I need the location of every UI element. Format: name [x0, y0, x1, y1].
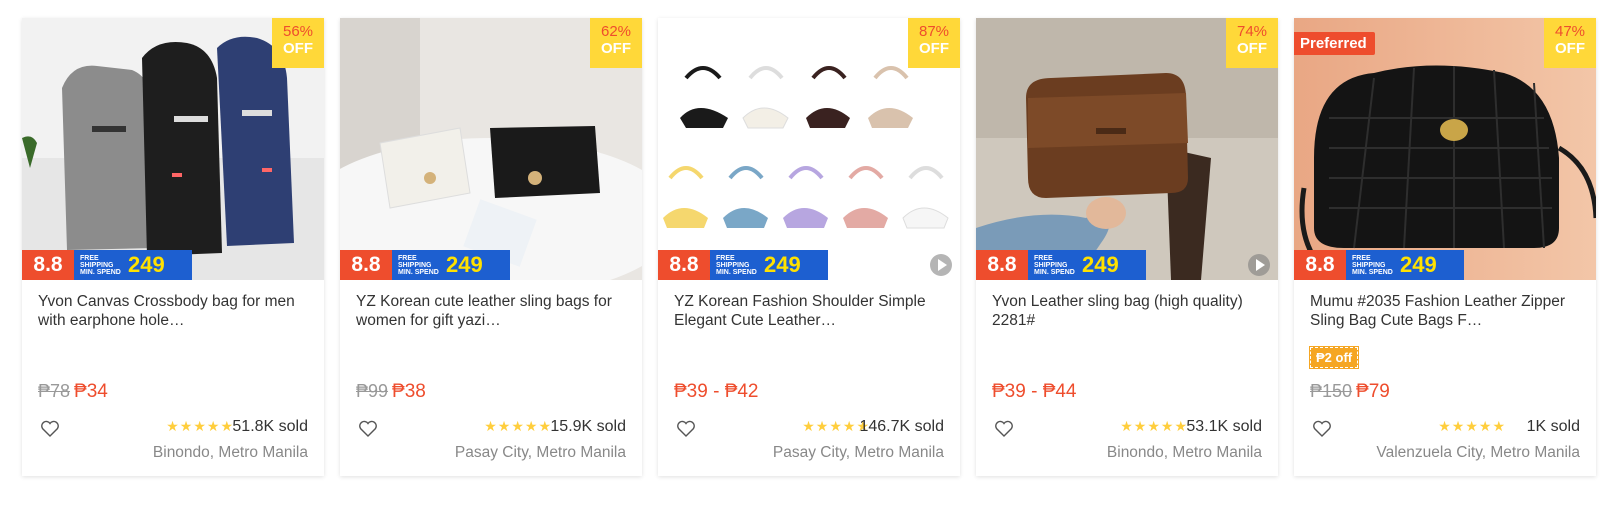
promo-banner: 8.8 FREE SHIPPING MIN. SPEND 249: [658, 250, 828, 280]
shop-location: Binondo, Metro Manila: [152, 444, 308, 461]
heart-icon[interactable]: [40, 420, 60, 438]
promo-banner: 8.8 FREE SHIPPING MIN. SPEND 249: [1294, 250, 1464, 280]
discount-badge: 74% OFF: [1226, 18, 1278, 68]
discount-badge: 87% OFF: [908, 18, 960, 68]
sale-price: ₱39 - ₱44: [992, 381, 1077, 402]
original-price: ₱78: [38, 381, 71, 401]
product-card[interactable]: Preferred 47% OFF 8.8 FREE SHIPPING MIN. S…: [1294, 18, 1596, 476]
original-price: ₱99: [356, 381, 389, 401]
promo-banner: 8.8 FREE SHIPPING MIN. SPEND 249: [976, 250, 1146, 280]
event-badge: 8.8: [658, 250, 710, 280]
free-shipping-badge: FREE SHIPPING MIN. SPEND 249: [1028, 250, 1146, 280]
sale-price: ₱34: [74, 381, 108, 402]
sold-count: 53.1K sold: [1186, 418, 1262, 435]
sold-count: 1K sold: [1526, 418, 1580, 435]
rating-stars: ★★★★★: [1438, 418, 1506, 434]
rating-stars: ★★★★★: [166, 418, 234, 434]
shop-location: Pasay City, Metro Manila: [772, 444, 944, 461]
heart-icon[interactable]: [994, 420, 1014, 438]
sale-price: ₱38: [392, 381, 426, 402]
sale-price: ₱39 - ₱42: [674, 381, 759, 402]
heart-icon[interactable]: [1312, 420, 1332, 438]
product-title[interactable]: YZ Korean cute leather sling bags for wo…: [356, 292, 630, 330]
free-shipping-badge: FREE SHIPPING MIN. SPEND 249: [710, 250, 828, 280]
product-title[interactable]: YZ Korean Fashion Shoulder Simple Elegan…: [674, 292, 948, 330]
rating-stars: ★★★★★: [484, 418, 552, 434]
sold-count: 15.9K sold: [550, 418, 626, 435]
promo-banner: 8.8 FREE SHIPPING MIN. SPEND 249: [22, 250, 192, 280]
promo-banner: 8.8 FREE SHIPPING MIN. SPEND 249: [340, 250, 510, 280]
free-shipping-badge: FREE SHIPPING MIN. SPEND 249: [1346, 250, 1464, 280]
rating-stars: ★★★★★: [1120, 418, 1188, 434]
event-badge: 8.8: [1294, 250, 1346, 280]
shop-location: Valenzuela City, Metro Manila: [1376, 444, 1580, 461]
event-badge: 8.8: [22, 250, 74, 280]
shop-location: Pasay City, Metro Manila: [454, 444, 626, 461]
play-video-icon[interactable]: [1248, 254, 1270, 276]
event-badge: 8.8: [340, 250, 392, 280]
sold-count: 146.7K sold: [859, 418, 944, 435]
discount-badge: 62% OFF: [590, 18, 642, 68]
heart-icon[interactable]: [676, 420, 696, 438]
product-card[interactable]: 87% OFF 8.8 FREE SHIPPING MIN. SPEND 249 Y…: [658, 18, 960, 476]
shop-location: Binondo, Metro Manila: [1106, 444, 1262, 461]
free-shipping-badge: FREE SHIPPING MIN. SPEND 249: [74, 250, 192, 280]
product-title[interactable]: Mumu #2035 Fashion Leather Zipper Sling …: [1310, 292, 1584, 330]
product-card[interactable]: 74% OFF 8.8 FREE SHIPPING MIN. SPEND 249 Y…: [976, 18, 1278, 476]
product-title[interactable]: Yvon Leather sling bag (high quality) 22…: [992, 292, 1266, 330]
sale-price: ₱79: [1356, 381, 1390, 402]
free-shipping-badge: FREE SHIPPING MIN. SPEND 249: [392, 250, 510, 280]
discount-badge: 47% OFF: [1544, 18, 1596, 68]
original-price: ₱150: [1310, 381, 1353, 401]
voucher-badge: ₱2 off: [1308, 346, 1360, 369]
preferred-badge: Preferred: [1294, 32, 1375, 55]
product-grid-row: 56% OFF 8.8 FREE SHIPPING MIN. SPEND 249 Y…: [22, 18, 1596, 476]
product-card[interactable]: 56% OFF 8.8 FREE SHIPPING MIN. SPEND 249 Y…: [22, 18, 324, 476]
product-price: ₱150 ₱79: [1310, 381, 1390, 403]
play-video-icon[interactable]: [930, 254, 952, 276]
sold-count: 51.8K sold: [232, 418, 308, 435]
event-badge: 8.8: [976, 250, 1028, 280]
product-price: ₱78 ₱34: [38, 381, 108, 403]
product-price: ₱99 ₱38: [356, 381, 426, 403]
product-card[interactable]: 62% OFF 8.8 FREE SHIPPING MIN. SPEND 249 Y…: [340, 18, 642, 476]
discount-badge: 56% OFF: [272, 18, 324, 68]
product-title[interactable]: Yvon Canvas Crossbody bag for men with e…: [38, 292, 312, 330]
product-price: ₱39 - ₱44: [992, 381, 1077, 403]
heart-icon[interactable]: [358, 420, 378, 438]
product-price: ₱39 - ₱42: [674, 381, 759, 403]
